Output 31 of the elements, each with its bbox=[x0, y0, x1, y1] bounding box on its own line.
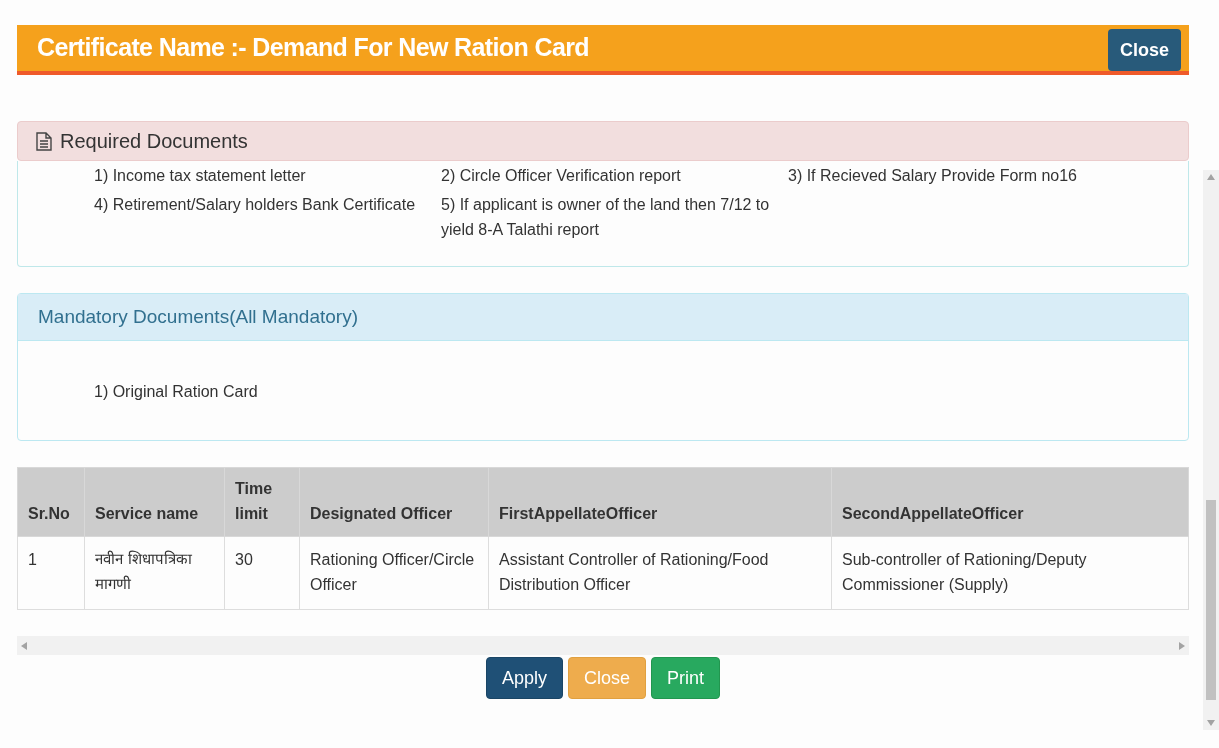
vertical-scrollbar[interactable] bbox=[1203, 170, 1219, 730]
modal-title: Certificate Name :- Demand For New Ration Card bbox=[37, 32, 589, 64]
table-cell: नवीन शिधापत्रिका मागणी bbox=[84, 536, 225, 610]
scroll-up-icon[interactable] bbox=[1207, 174, 1215, 180]
scroll-right-icon[interactable] bbox=[1179, 641, 1185, 650]
document-icon bbox=[36, 131, 52, 151]
scroll-left-icon[interactable] bbox=[21, 641, 27, 650]
table-cell: Assistant Controller of Rationing/Food Distribution Officer bbox=[488, 536, 832, 610]
document-item: 5) If applicant is owner of the land then 7/12 to yield 8-A Talathi report bbox=[441, 195, 771, 240]
column-header: Time limit bbox=[224, 467, 300, 537]
table-cell: 30 bbox=[224, 536, 300, 610]
column-header: SecondAppellateOfficer bbox=[831, 467, 1189, 537]
document-item: 1) Income tax statement letter bbox=[94, 166, 307, 186]
table-cell: Rationing Officer/Circle Officer bbox=[299, 536, 489, 610]
scroll-down-icon[interactable] bbox=[1207, 720, 1215, 726]
action-button[interactable]: Apply bbox=[485, 657, 563, 699]
close-button[interactable]: Close bbox=[1107, 29, 1181, 71]
column-header: Sr.No bbox=[17, 467, 85, 537]
table-cell: 1 bbox=[17, 536, 85, 610]
panel-title: Mandatory Documents(All Mandatory) bbox=[38, 304, 358, 329]
document-item: 3) If Recieved Salary Provide Form no16 bbox=[788, 166, 1078, 186]
document-item: 2) Circle Officer Verification report bbox=[441, 166, 682, 186]
column-header: FirstAppellateOfficer bbox=[488, 467, 832, 537]
column-header: Service name bbox=[84, 467, 225, 537]
horizontal-scrollbar[interactable] bbox=[17, 636, 1189, 655]
document-item: 4) Retirement/Salary holders Bank Certificate bbox=[94, 195, 417, 215]
table-cell: Sub-controller of Rationing/Deputy Commissioner (Supply) bbox=[831, 536, 1189, 610]
document-item: 1) Original Ration Card bbox=[94, 382, 259, 402]
scrollbar-thumb[interactable] bbox=[1206, 500, 1216, 700]
panel-title: Required Documents bbox=[60, 129, 248, 154]
column-header: Designated Officer bbox=[299, 467, 489, 537]
